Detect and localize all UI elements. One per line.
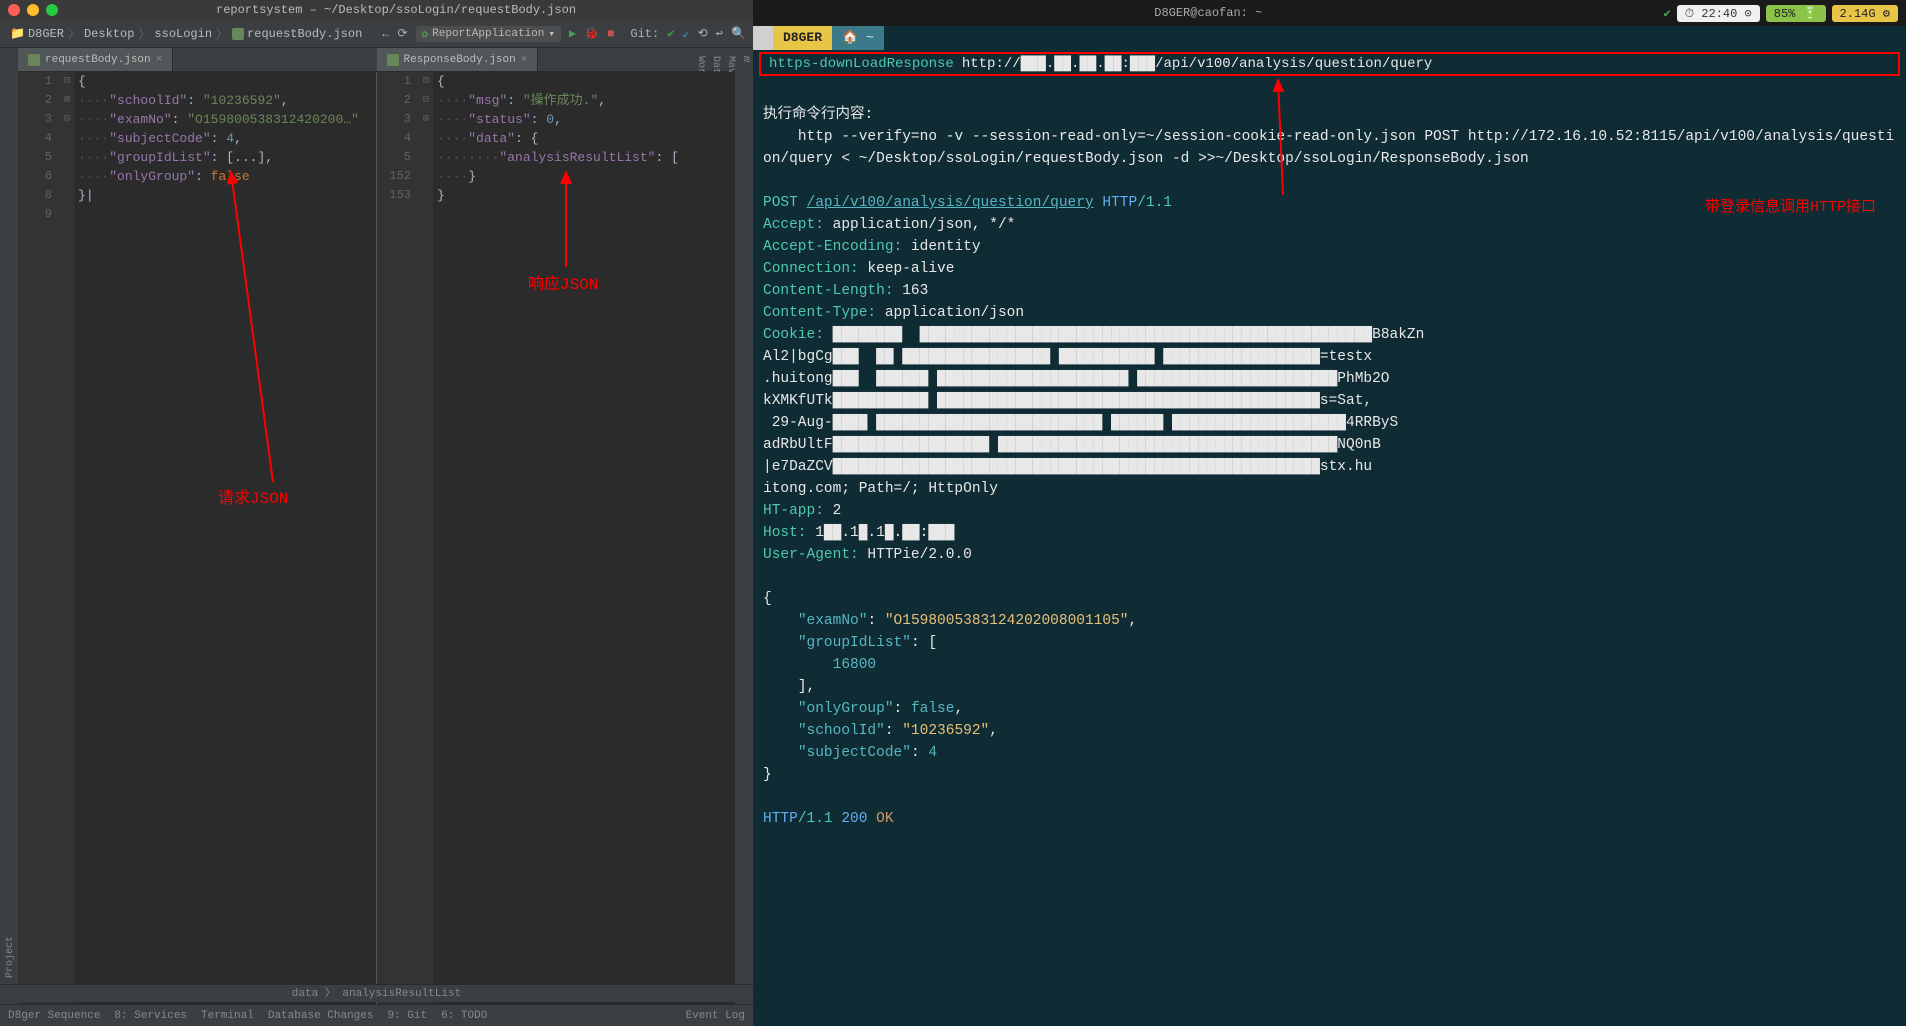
tool-maven[interactable]: m bbox=[738, 48, 753, 1004]
code-area-right[interactable]: { ····"msg": "操作成功.", ····"status": 0, ·… bbox=[433, 72, 735, 1004]
cmd-alias: https-downLoadResponse bbox=[769, 56, 954, 72]
fold-column: ⊟⊞⊟ bbox=[60, 72, 74, 1004]
close-icon[interactable]: × bbox=[156, 54, 163, 66]
hdr-cookie: Cookie: bbox=[763, 327, 824, 343]
back-button[interactable]: ← bbox=[378, 25, 393, 43]
apple-segment bbox=[753, 26, 773, 50]
ide-pane: reportsystem – ~/Desktop/ssoLogin/reques… bbox=[0, 0, 753, 1026]
tab-requestbody[interactable]: requestBody.json × bbox=[18, 48, 173, 71]
bc-file[interactable]: requestBody.json bbox=[228, 27, 366, 41]
fold-column: ⊟⊟⊞ bbox=[419, 72, 433, 1004]
http-command: http --verify=no -v --session-read-only=… bbox=[763, 129, 1894, 167]
clock-pill: ⏱ 22:40 ⊙ bbox=[1677, 5, 1760, 22]
zoom-dot[interactable] bbox=[46, 4, 58, 16]
highlighted-command: https-downLoadResponse http://███.██.██.… bbox=[759, 52, 1900, 76]
user-segment: D8GER bbox=[773, 26, 832, 50]
gutter-right: 12345152153 bbox=[377, 72, 419, 1004]
terminal-pane: D8GER@caofan: ~ ✔ ⏱ 22:40 ⊙ 85% 🔋 2.14G … bbox=[753, 0, 1906, 1026]
req-proto: HTTP bbox=[1102, 195, 1137, 211]
mac-traffic-lights bbox=[0, 0, 66, 20]
close-icon[interactable]: × bbox=[521, 54, 528, 66]
hdr-host: Host: bbox=[763, 525, 807, 541]
tool-terminal[interactable]: Terminal bbox=[201, 1010, 254, 1022]
tmux-statusbar: D8GER@caofan: ~ ✔ ⏱ 22:40 ⊙ 85% 🔋 2.14G … bbox=[753, 0, 1906, 26]
terminal-output[interactable]: 执行命令行内容: http --verify=no -v --session-r… bbox=[753, 78, 1906, 1026]
resp-proto: HTTP bbox=[763, 811, 798, 827]
chevron-right-icon: 〉 bbox=[138, 25, 150, 42]
hdr-accept: Accept: bbox=[763, 217, 824, 233]
tool-services[interactable]: 8: Services bbox=[114, 1010, 187, 1022]
tool-eventlog[interactable]: Event Log bbox=[686, 1010, 745, 1022]
req-path: /api/v100/analysis/question/query bbox=[807, 195, 1094, 211]
minimize-dot[interactable] bbox=[27, 4, 39, 16]
memory-pill: 2.14G ⚙ bbox=[1832, 5, 1898, 22]
req-method: POST bbox=[763, 195, 798, 211]
hdr-accept-encoding: Accept-Encoding: bbox=[763, 239, 902, 255]
json-icon bbox=[28, 54, 40, 66]
code-area-left[interactable]: { ····"schoolId": "10236592", ····"examN… bbox=[74, 72, 376, 1004]
cmd-url: http://███.██.██.██:███/api/v100/analysi… bbox=[962, 56, 1432, 72]
body-open: { bbox=[763, 591, 772, 607]
prompt-row: D8GER 🏠 ~ bbox=[753, 26, 1906, 50]
bottom-statusbar: D8ger Sequence 8: Services Terminal Data… bbox=[0, 1004, 753, 1026]
close-dot[interactable] bbox=[8, 4, 20, 16]
right-tool-strip: m Maven Database Word Book bbox=[735, 48, 753, 1004]
hdr-content-length: Content-Length: bbox=[763, 283, 894, 299]
tool-dbchanges[interactable]: Database Changes bbox=[268, 1010, 374, 1022]
json-icon bbox=[387, 54, 399, 66]
vcs-revert-icon[interactable]: ↩ bbox=[712, 24, 727, 43]
stop-button[interactable]: ■ bbox=[603, 25, 618, 43]
bc-project[interactable]: 📁 D8GER bbox=[6, 26, 68, 41]
search-icon[interactable]: 🔍 bbox=[727, 24, 750, 43]
hdr-content-type: Content-Type: bbox=[763, 305, 876, 321]
bc-folder[interactable]: Desktop bbox=[80, 27, 138, 41]
nav-path: data 〉 analysisResultList bbox=[0, 984, 753, 1002]
exec-header: 执行命令行内容: bbox=[763, 107, 873, 123]
json-icon bbox=[232, 28, 244, 40]
run-button[interactable]: ▶ bbox=[565, 24, 580, 43]
vcs-update-icon[interactable]: ↙ bbox=[678, 24, 693, 43]
tool-sequence[interactable]: D8ger Sequence bbox=[8, 1010, 100, 1022]
window-titlebar: reportsystem – ~/Desktop/ssoLogin/reques… bbox=[0, 0, 753, 20]
path-segment: 🏠 ~ bbox=[832, 26, 884, 50]
hdr-connection: Connection: bbox=[763, 261, 859, 277]
vcs-history-icon[interactable]: ⟲ bbox=[694, 24, 712, 43]
tabs-right: ResponseBody.json × bbox=[377, 48, 736, 72]
hdr-htapp: HT-app: bbox=[763, 503, 824, 519]
chevron-right-icon: 〉 bbox=[68, 25, 80, 42]
left-tool-strip: 1: Project 7: Structure 2: Favorites Per… bbox=[0, 48, 18, 1004]
gutter-left: 12345689 bbox=[18, 72, 60, 1004]
debug-button[interactable]: 🐞 bbox=[580, 24, 603, 43]
term-title: D8GER@caofan: ~ bbox=[753, 6, 1664, 20]
vcs-checkmark-icon[interactable]: ✔ bbox=[663, 24, 678, 43]
hdr-user-agent: User-Agent: bbox=[763, 547, 859, 563]
sync-button[interactable]: ⟳ bbox=[393, 24, 411, 43]
editor-split: 12345689 ⊟⊞⊟ { ····"schoolId": "10236592… bbox=[18, 72, 735, 1004]
battery-pill: 85% 🔋 bbox=[1766, 5, 1826, 22]
chevron-right-icon: 〉 bbox=[216, 25, 228, 42]
tool-structure[interactable]: 7: Structure bbox=[0, 48, 3, 1004]
tab-responsebody[interactable]: ResponseBody.json × bbox=[377, 48, 539, 71]
tabs-left: requestBody.json × bbox=[18, 48, 377, 72]
editor-left[interactable]: 12345689 ⊟⊞⊟ { ····"schoolId": "10236592… bbox=[18, 72, 376, 1004]
resp-code: 200 bbox=[841, 811, 867, 827]
bc-folder[interactable]: ssoLogin bbox=[150, 27, 216, 41]
run-config-selector[interactable]: ✿ReportApplication ▾ bbox=[416, 26, 561, 42]
git-label: Git: bbox=[626, 25, 663, 43]
editor-right[interactable]: 12345152153 ⊟⊟⊞ { ····"msg": "操作成功.", ··… bbox=[376, 72, 735, 1004]
body-close: } bbox=[763, 767, 772, 783]
tool-project[interactable]: 1: Project bbox=[3, 48, 18, 1004]
window-title: reportsystem – ~/Desktop/ssoLogin/reques… bbox=[216, 3, 576, 17]
tool-todo[interactable]: 6: TODO bbox=[441, 1010, 487, 1022]
spring-icon: ✿ bbox=[422, 27, 429, 41]
tool-git[interactable]: 9: Git bbox=[387, 1010, 427, 1022]
status-ok-icon: ✔ bbox=[1664, 6, 1671, 21]
breadcrumb-toolbar: 📁 D8GER 〉 Desktop 〉 ssoLogin 〉 requestBo… bbox=[0, 20, 753, 48]
